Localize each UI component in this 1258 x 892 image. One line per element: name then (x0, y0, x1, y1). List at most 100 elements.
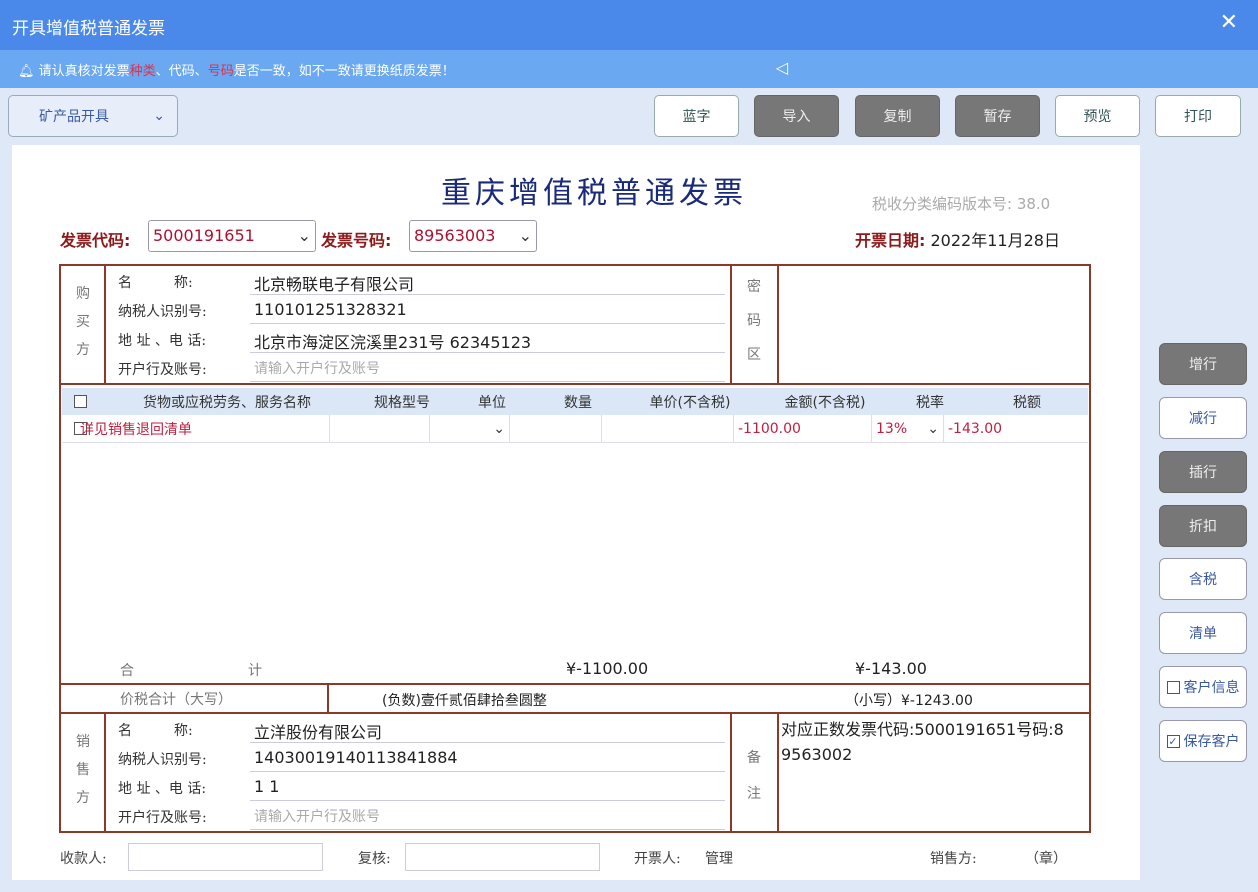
customer-info-checkbox[interactable]: 客户信息 (1159, 666, 1247, 708)
version-text: 税收分类编码版本号: 38.0 (872, 193, 1050, 214)
banner-text: 、代码、 (156, 64, 208, 79)
select-all-checkbox[interactable] (62, 388, 102, 415)
col-spec: 规格型号 (352, 388, 452, 415)
total-amount: ¥-1100.00 (566, 659, 648, 678)
remark-label: 备注 (734, 740, 774, 812)
chevron-down-icon: ⌄ (298, 226, 311, 246)
invoice-mode-select[interactable]: 矿产品开具 ⌄ (8, 95, 178, 137)
buyer-address-label: 地 址 、电 话: (118, 330, 206, 350)
import-button[interactable]: 导入 (754, 95, 839, 137)
buyer-name-input[interactable]: 北京畅联电子有限公司 (250, 268, 725, 295)
invoice-code-select[interactable]: 5000191651 ⌄ (148, 220, 316, 252)
seller-name-label: 名 称: (118, 720, 193, 740)
list-button[interactable]: 清单 (1159, 612, 1247, 654)
seller-address-label: 地 址 、电 话: (118, 778, 206, 798)
seller-taxid-input[interactable]: 14030019140113841884 (250, 745, 725, 772)
copy-button[interactable]: 复制 (855, 95, 940, 137)
payee-label: 收款人: (60, 848, 107, 868)
cipher-area-label: 密码区 (734, 270, 774, 372)
date-label: 开票日期: (855, 231, 925, 250)
total-label-a: 合 (120, 660, 134, 680)
seller-side-label: 销售方 (63, 728, 103, 812)
tax-inclusive-button[interactable]: 含税 (1159, 558, 1247, 600)
seal-label: （章） (1025, 848, 1067, 868)
seller-taxid-label: 纳税人识别号: (118, 749, 207, 769)
customer-info-label: 客户信息 (1184, 677, 1240, 697)
grand-total-words: (负数)壹仟贰佰肆拾叁圆整 (382, 690, 547, 710)
speaker-icon[interactable]: ◁ (776, 58, 788, 77)
checkbox-icon (1167, 681, 1180, 694)
save-customer-checkbox[interactable]: ✓保存客户 (1159, 720, 1247, 762)
col-rate: 税率 (894, 388, 966, 415)
close-icon[interactable]: ✕ (1220, 10, 1238, 35)
total-label-b: 计 (248, 660, 262, 680)
invoice-date: 开票日期: 2022年11月28日 (855, 227, 1060, 251)
chevron-down-icon: ⌄ (519, 226, 532, 246)
col-price: 单价(不含税) (624, 388, 756, 415)
item-spec-cell[interactable] (330, 415, 430, 442)
table-row[interactable]: 详见销售退回清单 ⌄ -1100.00 13% ⌄ -143.00 (62, 415, 1088, 443)
buyer-side-label: 购买方 (63, 280, 103, 364)
items-header: 货物或应税劳务、服务名称 规格型号 单位 数量 单价(不含税) 金额(不含税) … (62, 388, 1088, 415)
seller-bank-label: 开户行及账号: (118, 807, 207, 827)
item-rate-select[interactable]: 13% ⌄ (872, 415, 944, 442)
blue-invoice-button[interactable]: 蓝字 (654, 95, 739, 137)
mode-label: 矿产品开具 (39, 106, 109, 126)
item-price-cell[interactable] (602, 415, 734, 442)
print-button[interactable]: 打印 (1155, 95, 1241, 137)
payee-input[interactable] (128, 843, 323, 871)
drawer-label: 开票人: (634, 848, 681, 868)
seller-sign-label: 销售方: (930, 848, 977, 868)
invoice-number: 89563003 (414, 226, 495, 246)
preview-button[interactable]: 预览 (1055, 95, 1140, 137)
drawer-value: 管理 (705, 848, 733, 868)
grand-total-label: 价税合计（大写） (120, 689, 232, 709)
item-amount-cell[interactable]: -1100.00 (734, 415, 872, 442)
rate-value: 13% (876, 421, 907, 437)
buyer-bank-input[interactable]: 请输入开户行及账号 (250, 355, 725, 382)
item-unit-cell[interactable]: ⌄ (430, 415, 510, 442)
col-name: 货物或应税劳务、服务名称 (102, 388, 352, 415)
item-tax-cell[interactable]: -143.00 (944, 415, 1066, 442)
seller-address-input[interactable]: 1 1 (250, 774, 725, 801)
reviewer-input[interactable] (405, 843, 600, 871)
seller-name-input[interactable]: 立洋股份有限公司 (250, 716, 725, 743)
number-label: 发票号码: (321, 227, 391, 251)
buyer-taxid-label: 纳税人识别号: (118, 301, 207, 321)
window-title: 开具增值税普通发票 (0, 0, 1258, 50)
invoice-code: 5000191651 (153, 226, 255, 246)
reviewer-label: 复核: (358, 848, 391, 868)
total-tax: ¥-143.00 (855, 659, 927, 678)
buyer-bank-label: 开户行及账号: (118, 359, 207, 379)
discount-button[interactable]: 折扣 (1159, 505, 1247, 547)
banner-text: 请认真核对发票 (39, 64, 130, 79)
chevron-down-icon: ⌄ (493, 421, 509, 437)
checked-icon: ✓ (1167, 735, 1180, 748)
buyer-name-label: 名 称: (118, 272, 193, 292)
col-qty: 数量 (532, 388, 624, 415)
banner-text: 种类 (130, 64, 156, 79)
save-draft-button[interactable]: 暂存 (955, 95, 1040, 137)
grand-total-small: （小写）¥-1243.00 (845, 690, 973, 710)
insert-row-button[interactable]: 插行 (1159, 451, 1247, 493)
code-label: 发票代码: (60, 227, 130, 251)
banner-text: 号码 (208, 64, 234, 79)
invoice-number-select[interactable]: 89563003 ⌄ (409, 220, 537, 252)
seller-bank-input[interactable]: 请输入开户行及账号 (250, 803, 725, 830)
chevron-down-icon: ⌄ (927, 421, 939, 437)
col-amount: 金额(不含税) (756, 388, 894, 415)
remark-text[interactable]: 对应正数发票代码:5000191651号码:89563002 (781, 717, 1066, 767)
remove-row-button[interactable]: 减行 (1159, 397, 1247, 439)
buyer-taxid-input[interactable]: 110101251328321 (250, 297, 725, 324)
col-tax: 税额 (966, 388, 1088, 415)
add-row-button[interactable]: 增行 (1159, 343, 1247, 385)
date-value: 2022年11月28日 (931, 231, 1060, 250)
item-qty-cell[interactable] (510, 415, 602, 442)
chevron-down-icon: ⌄ (153, 108, 165, 124)
col-unit: 单位 (452, 388, 532, 415)
buyer-address-input[interactable]: 北京市海淀区浣溪里231号 62345123 (250, 326, 725, 353)
bell-icon: 🔔︎ (18, 64, 39, 79)
item-name-cell[interactable]: 详见销售退回清单 (80, 415, 330, 442)
notice-banner: 🔔︎ 请认真核对发票种类、代码、号码是否一致，如不一致请更换纸质发票！ (0, 50, 1258, 88)
banner-text: 是否一致，如不一致请更换纸质发票！ (234, 64, 455, 79)
